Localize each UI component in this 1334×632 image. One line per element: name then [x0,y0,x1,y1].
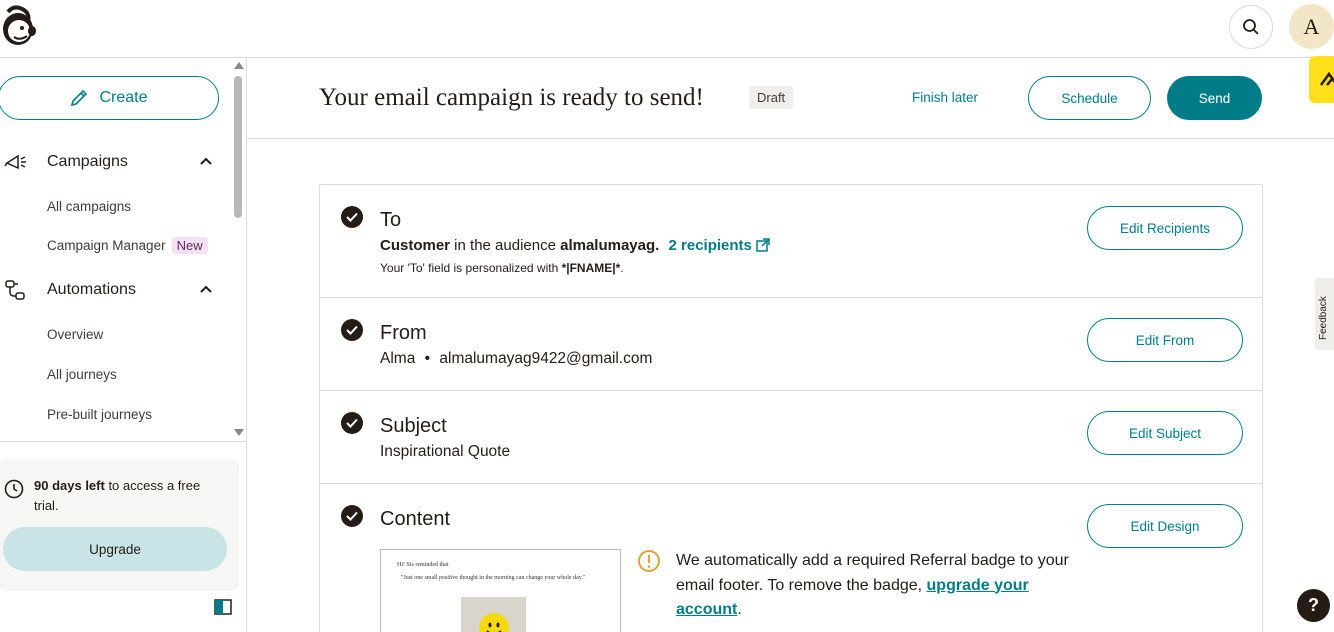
pencil-icon [71,89,88,107]
checklist-row-subject: Subject Inspirational Quote Edit Subject [320,391,1262,484]
from-summary: Alma • almalumayag9422@gmail.com [380,350,652,368]
finish-later-link[interactable]: Finish later [912,90,978,105]
merge-tag: *|FNAME|* [561,261,621,275]
from-name: Alma [380,350,416,367]
chevron-up-icon [1319,71,1334,86]
upgrade-promo-tab[interactable] [1309,56,1334,103]
check-circle-icon [341,319,363,341]
external-link-icon [756,238,770,252]
row-title: To [380,209,402,231]
status-badge: Draft [749,86,794,109]
sidebar-item-pre-built-journeys[interactable]: Pre-built journeys [47,407,152,422]
preview-quote: "Just one small positive thought in the … [401,575,586,581]
sidebar-item-campaign-manager[interactable]: Campaign Manager New [47,237,208,254]
automation-flow-icon [5,280,25,300]
trial-notice: 90 days left to access a free trial. Upg… [0,459,239,591]
notice-end: . [737,601,742,618]
edit-recipients-button[interactable]: Edit Recipients [1087,206,1243,250]
personalization-note: Your 'To' field is personalized with *|F… [380,261,624,275]
collapse-sidebar-icon[interactable] [214,599,232,615]
sidebar-item-all-campaigns[interactable]: All campaigns [47,199,131,214]
separator-dot: • [424,350,431,367]
create-button[interactable]: Create [0,76,219,120]
personalization-suffix: . [620,261,624,275]
row-title: From [380,322,427,344]
preview-greeting: Hi! Sis reminded that [397,562,449,568]
check-circle-icon [341,505,363,527]
edit-design-button[interactable]: Edit Design [1087,504,1243,548]
new-badge: New [171,237,208,254]
sidebar: Create Campaigns All campaigns Campaign … [0,58,247,632]
sidebar-section-label: Campaigns [47,153,128,170]
top-bar: A [0,0,1334,58]
trial-days-left: 90 days left [34,478,105,493]
sidebar-item-all-journeys[interactable]: All journeys [47,367,117,382]
row-title: Subject [380,415,447,437]
help-button[interactable]: ? [1297,589,1330,622]
recipients-link[interactable]: 2 recipients [669,237,771,254]
check-circle-icon [341,206,363,228]
search-button[interactable] [1229,5,1273,49]
feedback-tab[interactable]: Feedback [1315,278,1334,350]
checklist-row-from: From Alma • almalumayag9422@gmail.com Ed… [320,298,1262,391]
upgrade-button[interactable]: Upgrade [3,527,227,571]
chevron-up-icon[interactable] [198,281,214,297]
check-circle-icon [341,412,363,434]
schedule-button[interactable]: Schedule [1028,76,1151,120]
recipients-summary: Customer in the audience almalumayag. 2 … [380,237,770,254]
sidebar-item-label: Campaign Manager [47,238,166,253]
scroll-down-arrow-icon[interactable] [234,429,244,436]
subject-value: Inspirational Quote [380,443,511,460]
campaign-checklist: To Customer in the audience almalumayag.… [319,184,1263,632]
mailchimp-logo-icon[interactable] [0,4,40,48]
warning-icon [638,550,660,572]
checklist-row-to: To Customer in the audience almalumayag.… [320,185,1262,298]
clock-icon [4,479,24,499]
preview-image [461,597,526,632]
personalization-prefix: Your 'To' field is personalized with [380,261,562,275]
page-title: Your email campaign is ready to send! [319,84,704,111]
recipients-link-label: 2 recipients [668,237,752,254]
feedback-label: Feedback [1318,296,1329,340]
audience-connector: in the audience [450,237,561,254]
edit-subject-button[interactable]: Edit Subject [1087,411,1243,455]
edit-from-button[interactable]: Edit From [1087,318,1243,362]
scrollbar-thumb[interactable] [234,76,242,218]
chevron-up-icon[interactable] [198,153,214,169]
smiley-icon [479,613,509,632]
from-email: almalumayag9422@gmail.com [439,350,653,367]
trial-text: 90 days left to access a free trial. [34,476,224,516]
sidebar-section-campaigns[interactable]: Campaigns [0,147,230,177]
sidebar-item-overview[interactable]: Overview [47,327,103,342]
email-preview-thumbnail[interactable]: Hi! Sis reminded that "Just one small po… [380,549,621,632]
recipient-segment: Customer [380,237,451,254]
send-button[interactable]: Send [1167,76,1262,120]
referral-badge-notice: We automatically add a required Referral… [676,549,1076,623]
search-icon [1243,19,1259,35]
avatar[interactable]: A [1289,4,1334,49]
sidebar-divider [0,441,246,442]
create-label: Create [99,89,148,106]
audience-name: almalumayag. [560,237,660,254]
sidebar-section-label: Automations [47,281,136,298]
scroll-up-arrow-icon[interactable] [234,62,244,69]
sidebar-section-automations[interactable]: Automations [0,275,230,305]
megaphone-icon [4,154,26,170]
header-divider [247,138,1334,139]
sidebar-scrollbar[interactable] [231,58,245,440]
row-title: Content [380,508,451,530]
